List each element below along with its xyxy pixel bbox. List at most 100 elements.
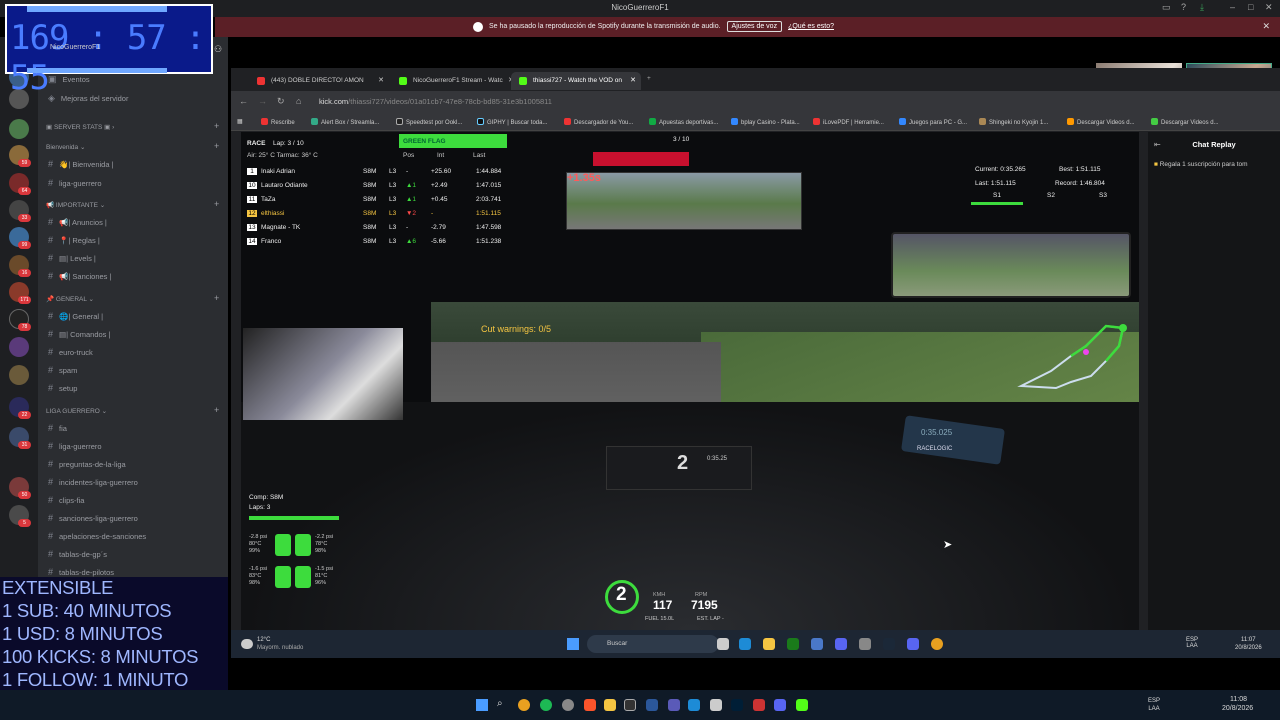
taskview-icon[interactable] (717, 638, 729, 650)
category-general[interactable]: 📌 GENERAL ⌄ (46, 295, 94, 303)
edge-icon[interactable] (739, 638, 751, 650)
spotify-icon[interactable] (540, 699, 552, 711)
word-icon[interactable] (646, 699, 658, 711)
channel-spam[interactable]: # spam (48, 365, 77, 375)
url-input[interactable]: kick.com/thiassi727/videos/01a01cb7-47e8… (319, 97, 552, 106)
xbox-icon[interactable] (787, 638, 799, 650)
channel-liga-guerrero[interactable]: # liga-guerrero (48, 178, 102, 188)
video-player[interactable]: +1.35s 3 / 10 RACE Lap: 3 / 10 GREEN FLA… (241, 132, 1139, 630)
app-icon[interactable] (710, 699, 722, 711)
server-icon[interactable] (9, 365, 29, 385)
category-bienvenida[interactable]: Bienvenida ⌄ (46, 143, 85, 151)
bookmark-item[interactable]: GIPHY | Buscar toda... (477, 118, 547, 126)
forward-icon[interactable]: → (258, 96, 267, 106)
new-tab-button[interactable]: + (643, 72, 659, 90)
bookmark-item[interactable]: Alert Box / Streamla... (311, 118, 379, 126)
bookmark-item[interactable]: Juegos para PC - G... (899, 118, 967, 126)
edge-icon[interactable] (688, 699, 700, 711)
chrome-icon[interactable] (518, 699, 530, 711)
weather-desc[interactable]: Mayorm. nublado (257, 644, 303, 652)
minimize-button[interactable]: – (1230, 2, 1235, 12)
bookmark-item[interactable]: Descargar Videos d... (1067, 118, 1135, 126)
channel-fia[interactable]: # fia (48, 423, 67, 433)
search-icon[interactable]: ⌕ (497, 698, 503, 709)
reload-icon[interactable]: ↻ (277, 96, 285, 107)
steam-icon[interactable] (883, 638, 895, 650)
close-window-button[interactable]: ✕ (1265, 2, 1273, 13)
maximize-button[interactable]: □ (1248, 2, 1253, 12)
bookmark-item[interactable]: Rescribe (261, 118, 295, 126)
channel-liga-guerrero-2[interactable]: # liga-guerrero (48, 441, 102, 451)
download-icon[interactable]: ⤓ (1200, 2, 1204, 13)
server-icon[interactable] (9, 119, 29, 139)
category-liga-guerrero[interactable]: LIGA GUERRERO ⌄ (46, 407, 107, 415)
bookmark-item[interactable]: iLovePDF | Herramie... (813, 118, 884, 126)
windows-start-icon[interactable] (567, 638, 579, 650)
bookmark-item[interactable]: Descargador de You... (564, 118, 633, 126)
channel-clips-fia[interactable]: # clips-fia (48, 495, 84, 505)
brave-icon[interactable] (584, 699, 596, 711)
channel-reglas[interactable]: # 📍| Reglas | (48, 235, 100, 245)
obs-icon[interactable] (562, 699, 574, 711)
channel-bienvenida[interactable]: # 👋| Bienvenida | (48, 159, 114, 169)
invite-icon[interactable]: ⚇ (214, 44, 222, 55)
channel-anuncios[interactable]: # 📢| Anuncios | (48, 217, 107, 227)
tab-youtube[interactable]: (443) DOBLE DIRECTO! AMON ✕ (249, 72, 389, 90)
app-icon[interactable] (811, 638, 823, 650)
tab-kick-vod[interactable]: thiassi727 - Watch the VOD on ✕ (511, 72, 641, 90)
photoshop-icon[interactable] (731, 699, 743, 711)
language-indicator[interactable]: ESP LAA (1186, 637, 1198, 649)
explorer-icon[interactable] (763, 638, 775, 650)
close-tab-icon[interactable]: ✕ (630, 76, 636, 84)
app-icon[interactable] (624, 699, 636, 711)
channel-apelaciones[interactable]: # apelaciones-de-sanciones (48, 531, 146, 541)
add-channel-icon[interactable]: + (214, 405, 219, 415)
add-channel-icon[interactable]: + (214, 199, 219, 209)
inbox-icon[interactable]: ▭ (1162, 2, 1171, 13)
channel-tablas-pilotos[interactable]: # tablas-de-pilotos (48, 567, 114, 577)
chrome-icon[interactable] (931, 638, 943, 650)
channel-general[interactable]: # 🌐| General | (48, 311, 103, 321)
discord-icon[interactable] (835, 638, 847, 650)
app-icon[interactable] (753, 699, 765, 711)
channel-incidentes[interactable]: # incidentes-liga-guerrero (48, 477, 138, 487)
channel-sanciones-liga[interactable]: # sanciones-liga-guerrero (48, 513, 138, 523)
discord-icon[interactable] (907, 638, 919, 650)
category-server-stats[interactable]: ▣ SERVER STATS ▣ › (46, 123, 114, 131)
bookmark-item[interactable]: bplay Casino - Plata... (731, 118, 800, 126)
bookmark-item[interactable]: Speedtest por Ookl... (396, 118, 462, 126)
channel-tablas-gp[interactable]: # tablas-de-gp´s (48, 549, 107, 559)
discord-icon[interactable] (774, 699, 786, 711)
taskbar-search[interactable]: Buscar (587, 635, 719, 653)
apps-icon[interactable]: ▦ (237, 118, 243, 125)
channel-euro-truck[interactable]: # euro-truck (48, 347, 93, 357)
server-icon[interactable] (9, 337, 29, 357)
bookmark-item[interactable]: Descargar Videos d... (1151, 118, 1219, 126)
taskbar-time[interactable]: 11:07 (1241, 636, 1256, 644)
app-icon[interactable] (859, 638, 871, 650)
app-icon[interactable] (796, 699, 808, 711)
close-notice-icon[interactable]: ✕ (1262, 21, 1270, 32)
help-icon[interactable]: ? (1181, 2, 1186, 12)
channel-preguntas[interactable]: # preguntas-de-la-liga (48, 459, 126, 469)
taskbar-time[interactable]: 11:08 (1230, 696, 1247, 704)
channel-sanciones[interactable]: # 📢| Sanciones | (48, 271, 111, 281)
taskbar-date[interactable]: 20/8/2026 (1222, 705, 1253, 713)
channel-setup[interactable]: # setup (48, 383, 77, 393)
channel-levels[interactable]: # ▤| Levels | (48, 253, 96, 263)
add-channel-icon[interactable]: + (214, 141, 219, 151)
voice-settings-button[interactable]: Ajustes de voz (726, 21, 783, 32)
explorer-icon[interactable] (604, 699, 616, 711)
app-icon[interactable] (668, 699, 680, 711)
back-icon[interactable]: ← (239, 96, 248, 106)
bookmark-item[interactable]: Shingeki no Kyojin 1... (979, 118, 1048, 126)
language-indicator[interactable]: ESP LAA (1148, 697, 1160, 713)
add-channel-icon[interactable]: + (214, 293, 219, 303)
home-icon[interactable]: ⌂ (296, 96, 301, 106)
windows-start-icon[interactable] (476, 699, 488, 711)
close-tab-icon[interactable]: ✕ (378, 76, 384, 84)
category-importante[interactable]: 📢 IMPORTANTE ⌄ (46, 201, 105, 209)
taskbar-date[interactable]: 20/8/2026 (1235, 644, 1262, 652)
what-is-this-link[interactable]: ¿Qué es esto? (788, 23, 834, 30)
tab-kick-stream[interactable]: NicoGuerreroF1 Stream - Watc✕ (391, 72, 519, 90)
